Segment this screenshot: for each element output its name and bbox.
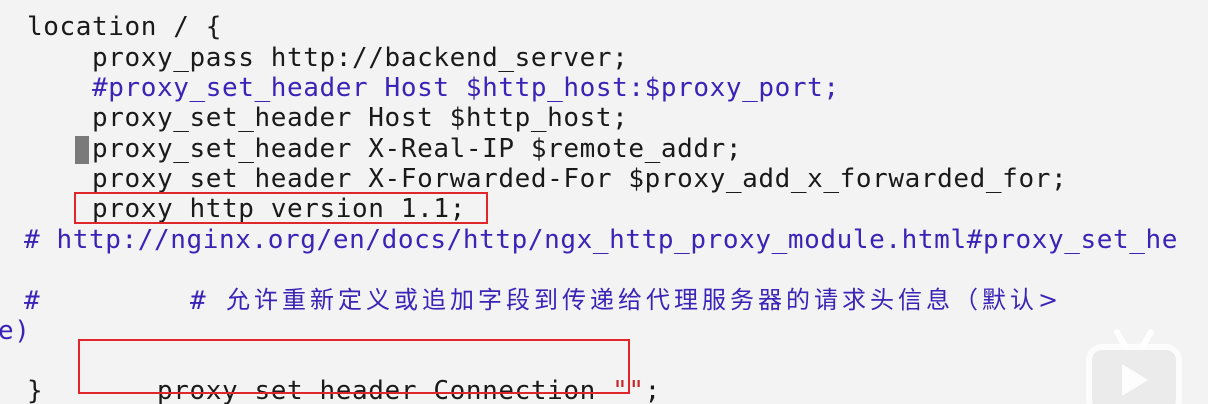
highlight-box-connection-header bbox=[78, 339, 630, 394]
code-line-1: location / { bbox=[27, 12, 223, 42]
code-line-4: proxy_set_header Host $http_host; bbox=[92, 103, 629, 133]
code-line-10-comment: e) bbox=[0, 316, 31, 346]
code-editor[interactable]: location / { proxy_pass http://backend_s… bbox=[0, 0, 1208, 404]
code-line-5: proxy_set_header X-Real-IP $remote_addr; bbox=[92, 134, 743, 164]
highlight-box-http-version bbox=[74, 192, 488, 224]
code-line-2: proxy_pass http://backend_server; bbox=[92, 43, 629, 73]
text-cursor bbox=[75, 136, 89, 164]
code-line-6: proxy_set_header X-Forwarded-For $proxy_… bbox=[92, 164, 1068, 194]
code-line-12: } bbox=[27, 376, 44, 404]
code-line-8-comment: # http://nginx.org/en/docs/http/ngx_http… bbox=[24, 225, 1178, 255]
code-line-9-cjk-comment: 允许重新定义或追加字段到传递给代理服务器的请求头信息（默认> bbox=[226, 286, 1063, 314]
bilibili-play-icon bbox=[1086, 327, 1182, 404]
code-line-9-hash: # bbox=[24, 286, 41, 316]
code-line-3-comment: #proxy_set_header Host $http_host:$proxy… bbox=[92, 73, 840, 103]
code-line-9-hash2: # bbox=[190, 286, 207, 316]
code-line-11-end: ; bbox=[644, 376, 661, 404]
